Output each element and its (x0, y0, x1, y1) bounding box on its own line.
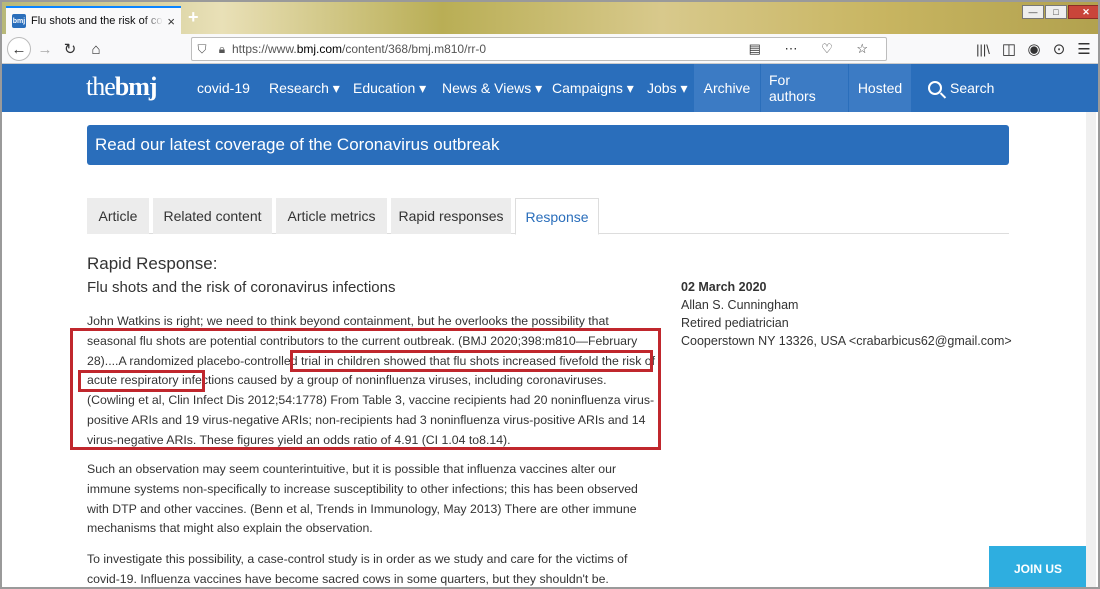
tab-article[interactable]: Article (87, 198, 149, 234)
response-date: 02 March 2020 (681, 280, 767, 294)
extension-button[interactable]: ⊙ (1048, 39, 1070, 59)
reload-icon: ↻ (63, 41, 77, 58)
nav-covid19[interactable]: covid-19 (189, 64, 258, 112)
sidebar-icon: ◫ (1001, 41, 1017, 58)
url-path: /content/368/bmj.m810/rr-0 (342, 42, 487, 56)
shield-icon: ⛉ (197, 41, 207, 56)
site-header: thebmj covid-19 Research ▾ Education ▾ N… (2, 64, 1098, 112)
scrollbar[interactable] (1086, 112, 1096, 587)
bmj-favicon-icon: bmj (12, 14, 26, 28)
extension-icon: ⊙ (1052, 41, 1066, 58)
navigation-toolbar: ← → ↻ ⌂ ⛉ 🔒︎ https://www. bmj.com/content… (2, 34, 1098, 64)
lock-icon: 🔒︎ (218, 41, 226, 56)
account-button[interactable]: ◉ (1023, 39, 1045, 59)
nav-for-authors[interactable]: For authors (761, 64, 848, 112)
author-address: Cooperstown NY 13326, USA <crabarbicus62… (681, 334, 1012, 348)
rapid-response-heading: Rapid Response: (87, 254, 218, 273)
title-bar: bmj Flu shots and the risk of corona × +… (2, 2, 1098, 34)
url-host: bmj.com (296, 42, 343, 56)
forward-button[interactable]: → (34, 39, 56, 59)
logo-bold: bmj (114, 72, 158, 101)
nav-research[interactable]: Research ▾ (261, 64, 348, 112)
tab-response[interactable]: Response (515, 198, 599, 235)
sidebar-button[interactable]: ◫ (998, 39, 1020, 59)
response-paragraph: Such an observation may seem counterintu… (87, 462, 638, 536)
close-window-button[interactable]: ✕ (1068, 5, 1098, 19)
author-name: Allan S. Cunningham (681, 298, 799, 312)
library-button[interactable]: |||\ (972, 39, 994, 59)
arrow-right-icon: → (37, 40, 53, 58)
highlight-box (78, 370, 205, 392)
nav-news-views[interactable]: News & Views ▾ (434, 64, 550, 112)
tab-title: Flu shots and the risk of corona (31, 15, 163, 27)
nav-education[interactable]: Education ▾ (345, 64, 434, 112)
reload-button[interactable]: ↻ (59, 39, 81, 59)
browser-tab[interactable]: bmj Flu shots and the risk of corona × (6, 6, 181, 34)
logo-light: the (86, 72, 116, 101)
coronavirus-banner[interactable]: Read our latest coverage of the Coronavi… (87, 125, 1009, 165)
minimize-button[interactable]: — (1022, 5, 1044, 19)
url-prefix: https://www. (232, 42, 297, 56)
nav-campaigns[interactable]: Campaigns ▾ (544, 64, 642, 112)
address-bar[interactable]: ⛉ 🔒︎ https://www. bmj.com/content/368/bmj… (191, 37, 887, 61)
highlight-box (290, 350, 653, 372)
tab-article-metrics[interactable]: Article metrics (276, 198, 387, 234)
hamburger-icon: ☰ (1077, 41, 1091, 58)
response-title: Flu shots and the risk of coronavirus in… (87, 279, 396, 296)
home-button[interactable]: ⌂ (85, 39, 107, 59)
arrow-left-icon: ← (11, 40, 27, 58)
tab-related-content[interactable]: Related content (153, 198, 272, 234)
author-info: 02 March 2020 Allan S. Cunningham Retire… (681, 278, 1012, 350)
home-icon: ⌂ (91, 40, 101, 58)
search-icon (928, 81, 942, 95)
bmj-logo[interactable]: thebmj (86, 72, 158, 102)
nav-jobs[interactable]: Jobs ▾ (639, 64, 696, 112)
tab-close-icon[interactable]: × (167, 14, 175, 29)
maximize-button[interactable]: □ (1045, 5, 1067, 19)
article-tabs: Article Related content Article metrics … (87, 198, 1009, 235)
browser-window: bmj Flu shots and the risk of corona × +… (0, 0, 1100, 589)
author-role: Retired pediatrician (681, 316, 789, 330)
tab-rapid-responses[interactable]: Rapid responses (391, 198, 511, 234)
search-label: Search (950, 80, 995, 96)
nav-search[interactable]: Search (920, 64, 1002, 112)
new-tab-button[interactable]: + (188, 7, 199, 28)
library-icon: |||\ (976, 41, 990, 57)
account-icon: ◉ (1027, 41, 1041, 58)
nav-archive[interactable]: Archive (694, 64, 760, 112)
join-us-button[interactable]: JOIN US (989, 546, 1087, 587)
response-paragraph: To investigate this possibility, a case-… (87, 552, 628, 586)
nav-hosted[interactable]: Hosted (849, 64, 911, 112)
back-button[interactable]: ← (7, 37, 31, 61)
menu-button[interactable]: ☰ (1073, 39, 1095, 59)
page-actions-icon[interactable]: ▤ ⋯ ♡ ☆ (749, 41, 878, 57)
